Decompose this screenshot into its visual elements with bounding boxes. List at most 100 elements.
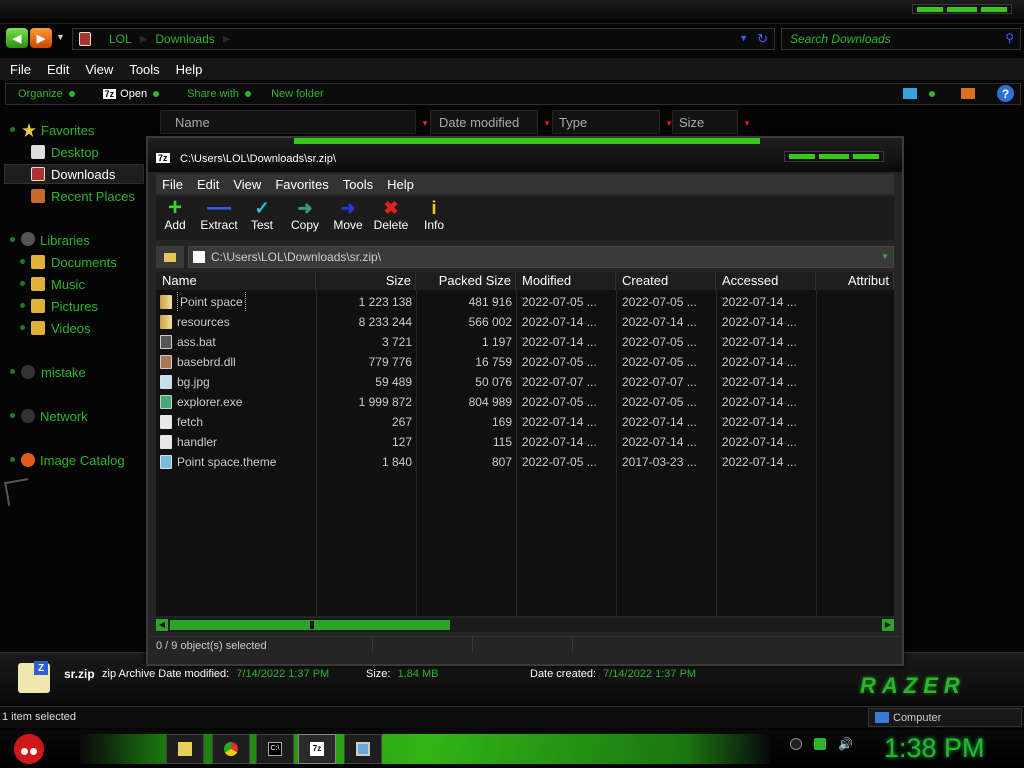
menu-tools[interactable]: Tools	[129, 62, 159, 77]
nav-downloads[interactable]: Downloads	[4, 164, 144, 184]
table-row[interactable]: explorer.exe 1 999 872 804 989 2022-07-05 .…	[156, 392, 894, 412]
delete-button[interactable]: ✖ Delete	[369, 198, 413, 238]
archive-file-list[interactable]: Name Size Packed Size Modified Created A…	[156, 272, 894, 616]
breadcrumb-lol[interactable]: LOL	[109, 32, 132, 46]
col-name[interactable]: Name	[156, 272, 316, 290]
menu-edit[interactable]: Edit	[47, 62, 69, 77]
table-row[interactable]: bg.jpg 59 489 50 076 2022-07-07 ... 2022-07-…	[156, 372, 894, 392]
add-button[interactable]: + Add	[153, 196, 197, 238]
col-date-modified[interactable]: Date modified ▼	[430, 110, 551, 134]
nav-favorites[interactable]: Favorites	[0, 120, 146, 140]
refresh-icon[interactable]: ↻	[757, 31, 768, 47]
back-button[interactable]: ◀	[6, 28, 28, 48]
menu-view[interactable]: View	[85, 62, 113, 77]
move-button[interactable]: ➜ Move	[326, 198, 370, 238]
extract-button[interactable]: — Extract	[197, 196, 241, 238]
scroll-left-icon[interactable]: ◀	[156, 619, 168, 631]
forward-button[interactable]: ▶	[30, 28, 52, 48]
new-folder-button[interactable]: New folder	[271, 88, 324, 100]
window-controls[interactable]	[912, 4, 1012, 14]
close-button[interactable]	[853, 154, 879, 159]
address-dropdown-icon[interactable]: ▼	[739, 33, 748, 43]
nav-network[interactable]: Network	[0, 406, 146, 426]
scroll-right-icon[interactable]: ▶	[882, 619, 894, 631]
nav-mistake[interactable]: mistake	[0, 362, 146, 382]
razer-tray-icon[interactable]	[790, 738, 802, 750]
maximize-button[interactable]	[819, 154, 849, 159]
view-options-dot-icon[interactable]	[929, 90, 935, 97]
sz-menu-help[interactable]: Help	[387, 177, 414, 192]
col-packed-size[interactable]: Packed Size	[416, 272, 516, 290]
network-tray-icon[interactable]	[814, 738, 826, 750]
minimize-button[interactable]	[917, 7, 943, 12]
taskbar-cmd[interactable]: C:\	[256, 734, 294, 764]
sz-menu-edit[interactable]: Edit	[197, 177, 219, 192]
col-size[interactable]: Size ▼	[672, 110, 751, 134]
info-button[interactable]: i Info	[412, 198, 456, 238]
search-icon[interactable]: ⚲	[1005, 31, 1014, 45]
start-button[interactable]	[8, 730, 48, 768]
minimize-button[interactable]	[789, 154, 815, 159]
taskbar-sevenzip[interactable]: 7z	[298, 734, 336, 764]
help-icon[interactable]: ?	[997, 85, 1014, 102]
nav-videos[interactable]: Videos	[0, 318, 146, 338]
col-modified[interactable]: Modified	[516, 272, 616, 290]
col-created[interactable]: Created	[616, 272, 716, 290]
table-row[interactable]: Point space 1 223 138 481 916 2022-07-05 ..…	[156, 292, 894, 312]
expand-icon[interactable]	[10, 237, 15, 242]
expand-icon[interactable]	[10, 127, 15, 132]
volume-icon[interactable]: 🔊	[838, 738, 853, 750]
nav-music[interactable]: Music	[0, 274, 146, 294]
expand-icon[interactable]	[10, 457, 15, 462]
expand-icon[interactable]	[20, 325, 25, 330]
table-row[interactable]: basebrd.dll 779 776 16 759 2022-07-05 ... 20…	[156, 352, 894, 372]
nav-image-catalog[interactable]: Image Catalog	[0, 450, 146, 470]
nav-libraries[interactable]: Libraries	[0, 230, 146, 250]
col-accessed[interactable]: Accessed	[716, 272, 816, 290]
table-row[interactable]: fetch 267 169 2022-07-14 ... 2022-07-14 ... 2…	[156, 412, 894, 432]
close-button[interactable]	[981, 7, 1007, 12]
nav-pictures[interactable]: Pictures	[0, 296, 146, 316]
sevenzip-window[interactable]: 7z C:\Users\LOL\Downloads\sr.zip\ File E…	[146, 136, 904, 666]
organize-button[interactable]: Organize	[18, 88, 75, 100]
nav-documents[interactable]: Documents	[0, 252, 146, 272]
table-row[interactable]: handler 127 115 2022-07-14 ... 2022-07-14 ..…	[156, 432, 894, 452]
path-input[interactable]	[211, 250, 871, 264]
nav-desktop[interactable]: Desktop	[0, 142, 146, 162]
expand-icon[interactable]	[20, 303, 25, 308]
search-input[interactable]	[790, 32, 990, 46]
preview-pane-icon[interactable]	[961, 88, 975, 99]
horizontal-scrollbar[interactable]: ◀ ▶	[156, 618, 894, 632]
sort-arrow-icon[interactable]: ▼	[743, 119, 751, 128]
test-button[interactable]: ✓ Test	[240, 198, 284, 238]
taskbar-explorer[interactable]	[166, 734, 204, 764]
expand-icon[interactable]	[10, 369, 15, 374]
nav-recent-places[interactable]: Recent Places	[0, 186, 146, 206]
expand-icon[interactable]	[20, 259, 25, 264]
expand-icon[interactable]	[10, 413, 15, 418]
taskbar-chrome[interactable]	[212, 734, 250, 764]
breadcrumb-downloads[interactable]: Downloads	[155, 32, 214, 46]
table-row[interactable]: resources 8 233 244 566 002 2022-07-14 ... 2…	[156, 312, 894, 332]
copy-button[interactable]: ➜ Copy	[283, 198, 327, 238]
taskbar-display[interactable]	[344, 734, 382, 764]
col-attributes[interactable]: Attribut	[816, 272, 894, 290]
menu-help[interactable]: Help	[176, 62, 203, 77]
sort-arrow-icon[interactable]: ▼	[421, 119, 429, 128]
col-name[interactable]: Name ▼	[160, 110, 429, 134]
address-bar[interactable]: LOL ▶ Downloads ▶ ▼ ↻	[72, 28, 775, 50]
col-size[interactable]: Size	[316, 272, 416, 290]
parent-folder-button[interactable]	[156, 246, 184, 268]
sz-menu-file[interactable]: File	[162, 177, 183, 192]
table-row[interactable]: Point space.theme 1 840 807 2022-07-05 ... 2…	[156, 452, 894, 472]
maximize-button[interactable]	[947, 7, 977, 12]
path-combobox[interactable]: ▼	[188, 246, 894, 268]
breadcrumb-separator-icon[interactable]: ▶	[223, 34, 231, 45]
menu-file[interactable]: File	[10, 62, 31, 77]
open-button[interactable]: 7z Open	[102, 88, 160, 100]
share-with-button[interactable]: Share with	[187, 88, 252, 100]
sz-menu-tools[interactable]: Tools	[343, 177, 373, 192]
sevenzip-window-controls[interactable]	[784, 151, 884, 162]
search-box[interactable]: ⚲	[781, 28, 1021, 50]
sz-menu-favorites[interactable]: Favorites	[275, 177, 328, 192]
